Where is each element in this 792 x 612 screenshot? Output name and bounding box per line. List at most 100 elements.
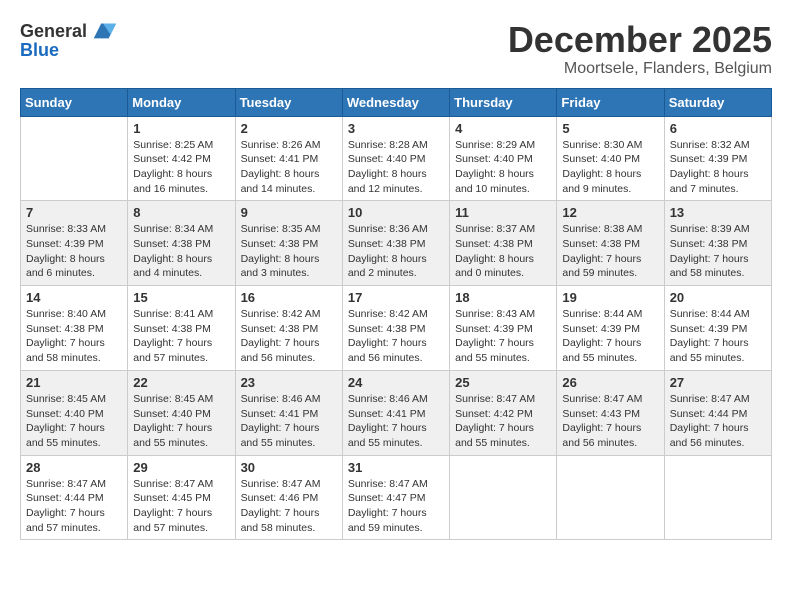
day-of-week-header: Wednesday — [342, 88, 449, 116]
day-info: Sunrise: 8:26 AMSunset: 4:41 PMDaylight:… — [241, 138, 337, 197]
calendar-cell: 17 Sunrise: 8:42 AMSunset: 4:38 PMDayligh… — [342, 286, 449, 371]
calendar-cell — [664, 455, 771, 540]
day-info: Sunrise: 8:33 AMSunset: 4:39 PMDaylight:… — [26, 222, 122, 281]
calendar-cell: 27 Sunrise: 8:47 AMSunset: 4:44 PMDayligh… — [664, 370, 771, 455]
day-info: Sunrise: 8:47 AMSunset: 4:44 PMDaylight:… — [670, 392, 766, 451]
day-info: Sunrise: 8:35 AMSunset: 4:38 PMDaylight:… — [241, 222, 337, 281]
title-block: December 2025 Moortsele, Flanders, Belgi… — [508, 20, 772, 78]
calendar-cell: 18 Sunrise: 8:43 AMSunset: 4:39 PMDayligh… — [450, 286, 557, 371]
day-number: 11 — [455, 205, 551, 220]
day-number: 2 — [241, 121, 337, 136]
logo: General Blue — [20, 20, 118, 62]
day-of-week-header: Sunday — [21, 88, 128, 116]
day-number: 8 — [133, 205, 229, 220]
day-info: Sunrise: 8:47 AMSunset: 4:43 PMDaylight:… — [562, 392, 658, 451]
day-number: 21 — [26, 375, 122, 390]
day-of-week-header: Friday — [557, 88, 664, 116]
day-number: 6 — [670, 121, 766, 136]
calendar-cell: 10Sunrise: 8:36 AMSunset: 4:38 PMDayligh… — [342, 201, 449, 286]
day-info: Sunrise: 8:36 AMSunset: 4:38 PMDaylight:… — [348, 222, 444, 281]
day-of-week-header: Thursday — [450, 88, 557, 116]
day-number: 28 — [26, 460, 122, 475]
calendar-cell: 1 Sunrise: 8:25 AMSunset: 4:42 PMDaylight… — [128, 116, 235, 201]
day-info: Sunrise: 8:45 AMSunset: 4:40 PMDaylight:… — [133, 392, 229, 451]
calendar-cell: 4 Sunrise: 8:29 AMSunset: 4:40 PMDaylight… — [450, 116, 557, 201]
calendar-cell: 13 Sunrise: 8:39 AMSunset: 4:38 PMDayligh… — [664, 201, 771, 286]
calendar-cell: 23Sunrise: 8:46 AMSunset: 4:41 PMDayligh… — [235, 370, 342, 455]
day-info: Sunrise: 8:47 AMSunset: 4:44 PMDaylight:… — [26, 477, 122, 536]
day-info: Sunrise: 8:39 AMSunset: 4:38 PMDaylight:… — [670, 222, 766, 281]
calendar: SundayMondayTuesdayWednesdayThursdayFrid… — [20, 88, 772, 541]
day-number: 20 — [670, 290, 766, 305]
calendar-week-row: 21 Sunrise: 8:45 AMSunset: 4:40 PMDayligh… — [21, 370, 772, 455]
day-info: Sunrise: 8:41 AMSunset: 4:38 PMDaylight:… — [133, 307, 229, 366]
calendar-cell: 19 Sunrise: 8:44 AMSunset: 4:39 PMDayligh… — [557, 286, 664, 371]
calendar-header: SundayMondayTuesdayWednesdayThursdayFrid… — [21, 88, 772, 116]
day-number: 14 — [26, 290, 122, 305]
day-info: Sunrise: 8:43 AMSunset: 4:39 PMDaylight:… — [455, 307, 551, 366]
day-number: 27 — [670, 375, 766, 390]
day-number: 17 — [348, 290, 444, 305]
day-of-week-header: Monday — [128, 88, 235, 116]
day-number: 7 — [26, 205, 122, 220]
calendar-cell — [557, 455, 664, 540]
calendar-week-row: 14 Sunrise: 8:40 AMSunset: 4:38 PMDayligh… — [21, 286, 772, 371]
day-number: 30 — [241, 460, 337, 475]
day-info: Sunrise: 8:44 AMSunset: 4:39 PMDaylight:… — [670, 307, 766, 366]
day-info: Sunrise: 8:42 AMSunset: 4:38 PMDaylight:… — [241, 307, 337, 366]
day-number: 19 — [562, 290, 658, 305]
calendar-cell: 8 Sunrise: 8:34 AMSunset: 4:38 PMDaylight… — [128, 201, 235, 286]
day-info: Sunrise: 8:47 AMSunset: 4:42 PMDaylight:… — [455, 392, 551, 451]
day-number: 4 — [455, 121, 551, 136]
day-number: 1 — [133, 121, 229, 136]
day-number: 31 — [348, 460, 444, 475]
day-number: 18 — [455, 290, 551, 305]
day-info: Sunrise: 8:30 AMSunset: 4:40 PMDaylight:… — [562, 138, 658, 197]
logo-icon — [90, 16, 118, 44]
day-of-week-header: Tuesday — [235, 88, 342, 116]
day-info: Sunrise: 8:28 AMSunset: 4:40 PMDaylight:… — [348, 138, 444, 197]
day-of-week-header: Saturday — [664, 88, 771, 116]
day-info: Sunrise: 8:47 AMSunset: 4:46 PMDaylight:… — [241, 477, 337, 536]
calendar-week-row: 7 Sunrise: 8:33 AMSunset: 4:39 PMDaylight… — [21, 201, 772, 286]
calendar-cell: 16 Sunrise: 8:42 AMSunset: 4:38 PMDayligh… — [235, 286, 342, 371]
location-subtitle: Moortsele, Flanders, Belgium — [508, 60, 772, 78]
day-info: Sunrise: 8:40 AMSunset: 4:38 PMDaylight:… — [26, 307, 122, 366]
day-info: Sunrise: 8:25 AMSunset: 4:42 PMDaylight:… — [133, 138, 229, 197]
calendar-cell: 26Sunrise: 8:47 AMSunset: 4:43 PMDayligh… — [557, 370, 664, 455]
day-info: Sunrise: 8:42 AMSunset: 4:38 PMDaylight:… — [348, 307, 444, 366]
calendar-cell: 14 Sunrise: 8:40 AMSunset: 4:38 PMDayligh… — [21, 286, 128, 371]
day-info: Sunrise: 8:29 AMSunset: 4:40 PMDaylight:… — [455, 138, 551, 197]
calendar-week-row: 28 Sunrise: 8:47 AMSunset: 4:44 PMDayligh… — [21, 455, 772, 540]
day-info: Sunrise: 8:34 AMSunset: 4:38 PMDaylight:… — [133, 222, 229, 281]
calendar-body: 1 Sunrise: 8:25 AMSunset: 4:42 PMDaylight… — [21, 116, 772, 540]
day-number: 13 — [670, 205, 766, 220]
calendar-cell: 30 Sunrise: 8:47 AMSunset: 4:46 PMDayligh… — [235, 455, 342, 540]
day-info: Sunrise: 8:47 AMSunset: 4:47 PMDaylight:… — [348, 477, 444, 536]
month-title: December 2025 — [508, 20, 772, 60]
day-number: 16 — [241, 290, 337, 305]
calendar-cell: 29Sunrise: 8:47 AMSunset: 4:45 PMDayligh… — [128, 455, 235, 540]
day-number: 24 — [348, 375, 444, 390]
day-info: Sunrise: 8:37 AMSunset: 4:38 PMDaylight:… — [455, 222, 551, 281]
day-info: Sunrise: 8:47 AMSunset: 4:45 PMDaylight:… — [133, 477, 229, 536]
day-info: Sunrise: 8:32 AMSunset: 4:39 PMDaylight:… — [670, 138, 766, 197]
day-number: 5 — [562, 121, 658, 136]
day-info: Sunrise: 8:44 AMSunset: 4:39 PMDaylight:… — [562, 307, 658, 366]
calendar-cell: 5 Sunrise: 8:30 AMSunset: 4:40 PMDaylight… — [557, 116, 664, 201]
day-number: 12 — [562, 205, 658, 220]
calendar-cell: 6 Sunrise: 8:32 AMSunset: 4:39 PMDaylight… — [664, 116, 771, 201]
calendar-cell: 25 Sunrise: 8:47 AMSunset: 4:42 PMDayligh… — [450, 370, 557, 455]
day-number: 25 — [455, 375, 551, 390]
calendar-cell: 3Sunrise: 8:28 AMSunset: 4:40 PMDaylight… — [342, 116, 449, 201]
day-number: 22 — [133, 375, 229, 390]
calendar-week-row: 1 Sunrise: 8:25 AMSunset: 4:42 PMDaylight… — [21, 116, 772, 201]
calendar-cell: 22 Sunrise: 8:45 AMSunset: 4:40 PMDayligh… — [128, 370, 235, 455]
calendar-cell: 11 Sunrise: 8:37 AMSunset: 4:38 PMDayligh… — [450, 201, 557, 286]
day-number: 23 — [241, 375, 337, 390]
calendar-cell: 20 Sunrise: 8:44 AMSunset: 4:39 PMDayligh… — [664, 286, 771, 371]
calendar-cell: 31 Sunrise: 8:47 AMSunset: 4:47 PMDayligh… — [342, 455, 449, 540]
calendar-cell: 28 Sunrise: 8:47 AMSunset: 4:44 PMDayligh… — [21, 455, 128, 540]
calendar-cell: 24Sunrise: 8:46 AMSunset: 4:41 PMDayligh… — [342, 370, 449, 455]
calendar-cell — [21, 116, 128, 201]
